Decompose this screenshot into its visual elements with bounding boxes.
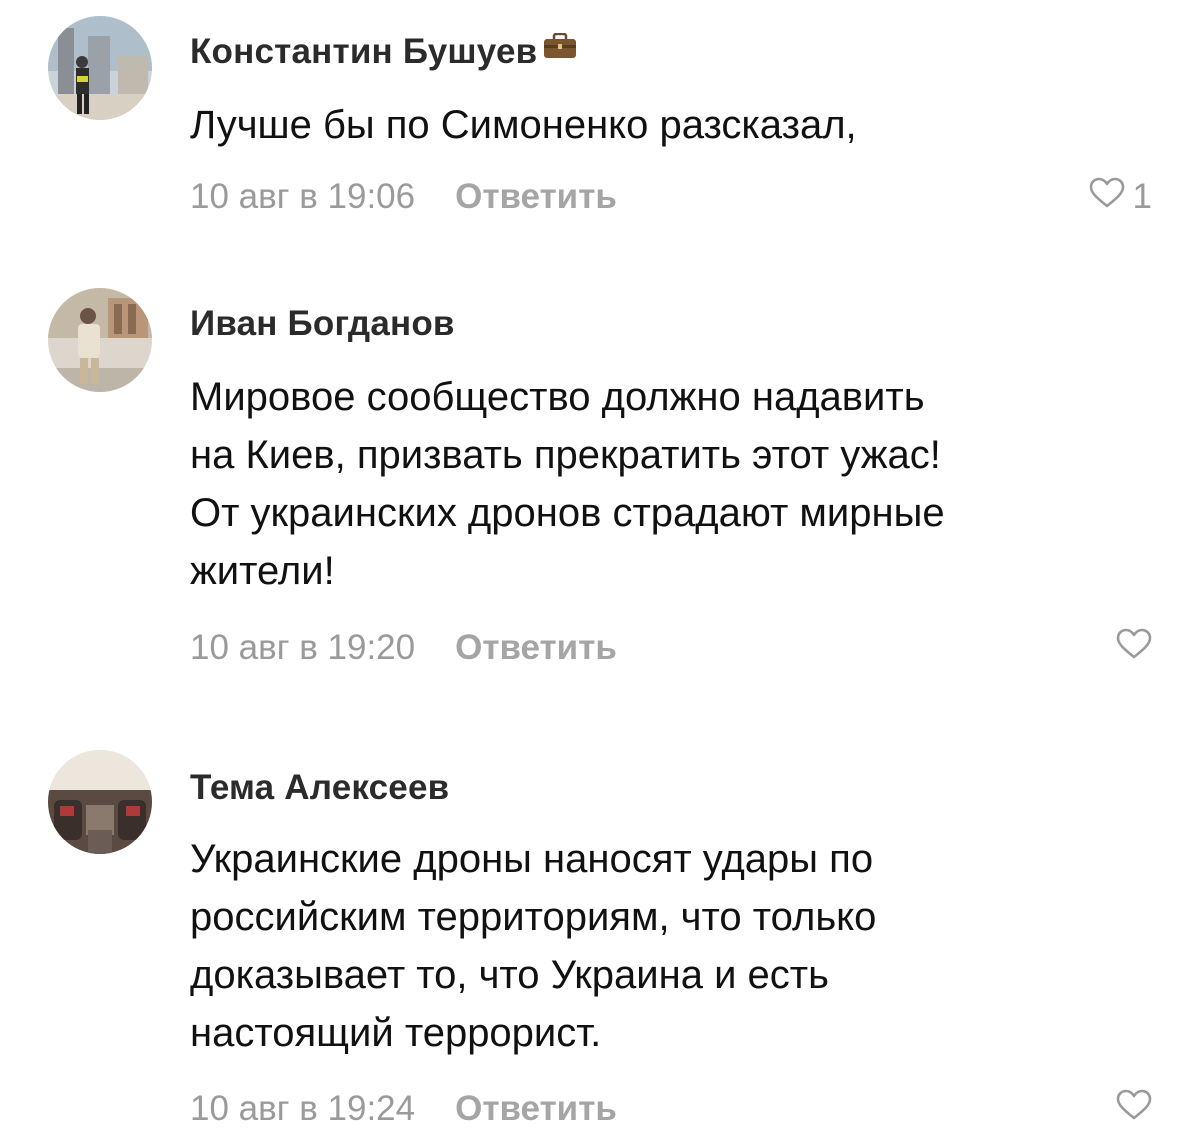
heart-outline-icon — [1089, 177, 1125, 218]
comment-item: Тема Алексеев Украинские дроны наносят у… — [0, 730, 1200, 1129]
comment-item: Константин Бушуев Лучше бы по Симоненко … — [0, 0, 1200, 240]
author-name[interactable]: Иван Богданов — [190, 304, 455, 344]
comment-header: Тема Алексеев — [190, 766, 449, 810]
briefcase-icon — [543, 32, 577, 64]
comment-text-line: доказывает то, что Украина и есть — [190, 953, 829, 997]
comment-meta: 10 авг в 19:20 Ответить — [190, 625, 1152, 671]
like-button[interactable] — [1116, 1086, 1152, 1132]
comment-text-line: российским территориям, что только — [190, 895, 877, 939]
avatar[interactable] — [48, 16, 152, 120]
reply-button[interactable]: Ответить — [455, 177, 617, 217]
heart-outline-icon — [1116, 628, 1152, 669]
comment-text: Мировое сообщество должно надавить на Ки… — [190, 368, 1170, 600]
avatar[interactable] — [48, 288, 152, 392]
comment-header: Константин Бушуев — [190, 30, 577, 74]
like-button[interactable]: 1 — [1089, 174, 1152, 220]
comment-text-line: От украинских дронов страдают мирные — [190, 491, 945, 535]
comment-text-line: Лучше бы по Симоненко разсказал, — [190, 103, 857, 147]
heart-outline-icon — [1116, 1089, 1152, 1130]
comment-text: Украинские дроны наносят удары по россий… — [190, 830, 1170, 1062]
comment-text-line: Украинские дроны наносят удары по — [190, 837, 874, 881]
comment-timestamp[interactable]: 10 авг в 19:06 — [190, 177, 415, 217]
comment-meta: 10 авг в 19:24 Ответить — [190, 1086, 1152, 1132]
comment-timestamp[interactable]: 10 авг в 19:20 — [190, 628, 415, 668]
author-name[interactable]: Тема Алексеев — [190, 768, 449, 808]
comment-header: Иван Богданов — [190, 302, 455, 346]
comment-text: Лучше бы по Симоненко разсказал, — [190, 96, 1170, 154]
comment-timestamp[interactable]: 10 авг в 19:24 — [190, 1089, 415, 1129]
comment-text-line: на Киев, призвать прекратить этот ужас! — [190, 433, 941, 477]
like-button[interactable] — [1116, 625, 1152, 671]
like-count: 1 — [1132, 177, 1152, 216]
comment-meta: 10 авг в 19:06 Ответить 1 — [190, 174, 1152, 220]
reply-button[interactable]: Ответить — [455, 628, 617, 668]
avatar[interactable] — [48, 750, 152, 854]
comment-text-line: жители! — [190, 549, 335, 593]
comment-text-line: настоящий террорист. — [190, 1011, 602, 1055]
comment-item: Иван Богданов Мировое сообщество должно … — [0, 270, 1200, 690]
comment-text-line: Мировое сообщество должно надавить — [190, 375, 925, 419]
author-name[interactable]: Константин Бушуев — [190, 32, 537, 72]
reply-button[interactable]: Ответить — [455, 1089, 617, 1129]
